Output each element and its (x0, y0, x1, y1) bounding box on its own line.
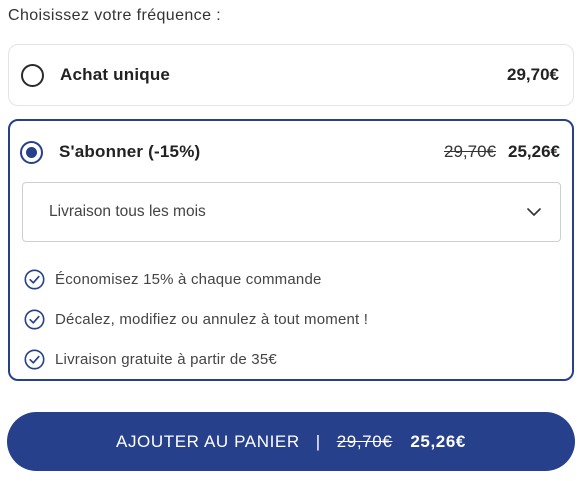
subscription-new-price: 25,26€ (508, 142, 560, 161)
radio-selected-icon[interactable] (20, 140, 43, 164)
one-time-price: 29,70€ (507, 65, 559, 84)
add-to-cart-button[interactable]: AJOUTER AU PANIER | 29,70€ 25,26€ (7, 412, 575, 471)
frequency-select[interactable]: Livraison tous les mois (22, 182, 561, 242)
subscription-prices: 29,70€ 25,26€ (444, 142, 560, 162)
benefit-text: Décalez, modifiez ou annulez à tout mome… (55, 310, 369, 328)
benefit-item: Livraison gratuite à partir de 35€ (24, 339, 368, 379)
check-circle-icon (24, 309, 45, 329)
frequency-heading: Choisissez votre fréquence : (8, 7, 222, 24)
subscription-option[interactable]: S'abonner (-15%) 29,70€ 25,26€ Livraison… (8, 119, 574, 381)
check-circle-icon (24, 349, 45, 369)
radio-dot-icon (26, 146, 37, 158)
benefit-text: Économisez 15% à chaque commande (55, 270, 322, 288)
cta-new-price: 25,26€ (410, 431, 466, 451)
subscription-old-price: 29,70€ (444, 142, 496, 161)
add-to-cart-label: AJOUTER AU PANIER (116, 431, 300, 451)
benefit-item: Économisez 15% à chaque commande (24, 259, 368, 299)
cta-old-price: 29,70€ (336, 431, 393, 451)
cta-separator: | (315, 431, 321, 451)
one-time-label: Achat unique (60, 65, 171, 84)
benefit-text: Livraison gratuite à partir de 35€ (55, 350, 277, 368)
frequency-select-value: Livraison tous les mois (49, 203, 206, 220)
benefit-item: Décalez, modifiez ou annulez à tout mome… (24, 299, 368, 339)
subscription-label: S'abonner (-15%) (59, 142, 201, 161)
one-time-purchase-option[interactable]: Achat unique 29,70€ (8, 44, 574, 106)
chevron-down-icon (526, 204, 542, 220)
check-circle-icon (24, 269, 45, 289)
subscription-row[interactable]: S'abonner (-15%) 29,70€ 25,26€ (20, 137, 560, 167)
radio-unselected-icon[interactable] (21, 63, 44, 87)
benefits-list: Économisez 15% à chaque commande Décalez… (24, 259, 368, 379)
